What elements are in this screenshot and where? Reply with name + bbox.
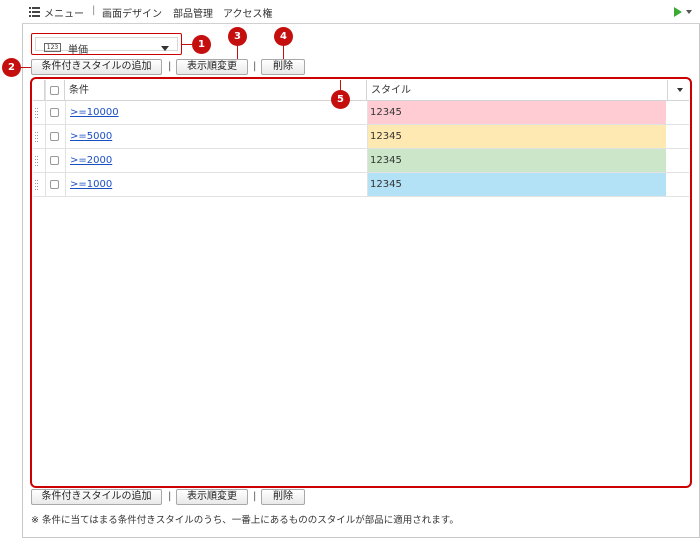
field-select-inner: 123 単価: [35, 37, 178, 56]
drag-handle-icon[interactable]: [35, 132, 39, 142]
delete-button[interactable]: 削除: [261, 59, 305, 75]
style-preview-cell: 12345: [367, 125, 666, 148]
condition-link[interactable]: >=5000: [70, 131, 112, 142]
callout-leader: [340, 80, 341, 90]
add-conditional-style-button-bottom[interactable]: 条件付きスタイルの追加: [31, 489, 162, 505]
change-order-button[interactable]: 表示順変更: [176, 59, 248, 75]
condition-link[interactable]: >=2000: [70, 155, 112, 166]
condition-link[interactable]: >=10000: [70, 107, 119, 118]
grid-divider: [65, 101, 66, 124]
table-row[interactable]: >=1000 12345: [33, 173, 689, 197]
callout-2: 2: [2, 58, 21, 77]
grid-divider: [65, 173, 66, 196]
drag-handle-icon[interactable]: [35, 156, 39, 166]
nav-menu[interactable]: メニュー: [44, 5, 84, 20]
condition-link[interactable]: >=1000: [70, 179, 112, 190]
grid-divider: [367, 173, 368, 196]
delete-button-bottom[interactable]: 削除: [261, 489, 305, 505]
grid-divider: [45, 125, 46, 148]
column-header-style[interactable]: スタイル: [367, 80, 668, 101]
style-preview-cell: 12345: [367, 101, 666, 124]
column-menu-caret-icon[interactable]: [677, 88, 683, 92]
field-select[interactable]: 123 単価: [31, 33, 182, 56]
header-grip-cell: [33, 80, 45, 101]
column-header-condition[interactable]: 条件: [65, 80, 367, 101]
style-preview-cell: 12345: [367, 173, 666, 196]
callout-4: 4: [274, 27, 293, 46]
grid-divider: [45, 173, 46, 196]
grid-divider: [45, 80, 46, 101]
callout-leader: [283, 45, 284, 59]
play-icon[interactable]: [674, 7, 682, 17]
drag-handle-icon[interactable]: [35, 108, 39, 118]
nav-separator: |: [92, 5, 96, 16]
grid-divider: [367, 149, 368, 172]
field-select-value: 単価: [68, 45, 88, 56]
callout-1: 1: [192, 35, 211, 54]
grid-divider: [367, 101, 368, 124]
grid-divider: [367, 125, 368, 148]
change-order-button-bottom[interactable]: 表示順変更: [176, 489, 248, 505]
dropdown-caret-icon: [161, 46, 169, 51]
chevron-down-icon[interactable]: [686, 10, 692, 14]
row-checkbox[interactable]: [50, 108, 59, 117]
row-checkbox[interactable]: [50, 156, 59, 165]
nav-parts-management[interactable]: 部品管理: [173, 5, 213, 20]
grid-divider: [65, 125, 66, 148]
table-row[interactable]: >=10000 12345: [33, 101, 689, 125]
callout-leader: [182, 44, 192, 45]
menu-list-icon[interactable]: [29, 7, 40, 17]
table-row[interactable]: >=5000 12345: [33, 125, 689, 149]
callout-3: 3: [228, 27, 247, 46]
nav-access-rights[interactable]: アクセス権: [223, 5, 273, 20]
grid-header: 条件 スタイル: [33, 80, 689, 101]
header-checkbox-cell: [45, 80, 65, 101]
conditional-style-grid: 条件 スタイル >=10000 12345 >=5000 12345 >=2000 123…: [33, 80, 689, 485]
callout-5: 5: [331, 90, 350, 109]
drag-handle-icon[interactable]: [35, 180, 39, 190]
row-checkbox[interactable]: [50, 180, 59, 189]
row-checkbox[interactable]: [50, 132, 59, 141]
toolbar-separator: |: [253, 61, 257, 72]
nav-screen-design[interactable]: 画面デザイン: [102, 5, 162, 20]
select-all-checkbox[interactable]: [50, 86, 59, 95]
number-field-icon: 123: [44, 43, 61, 52]
usage-note: ※ 条件に当てはまる条件付きスタイルのうち、一番上にあるもののスタイルが部品に適…: [31, 515, 459, 526]
toolbar-separator: |: [168, 491, 172, 502]
grid-divider: [65, 149, 66, 172]
top-nav-bar: メニュー | 画面デザイン 部品管理 アクセス権: [22, 0, 700, 24]
grid-divider: [45, 101, 46, 124]
style-preview-cell: 12345: [367, 149, 666, 172]
table-row[interactable]: >=2000 12345: [33, 149, 689, 173]
grid-divider: [45, 149, 46, 172]
toolbar-separator: |: [253, 491, 257, 502]
toolbar-separator: |: [168, 61, 172, 72]
callout-leader: [237, 45, 238, 59]
add-conditional-style-button[interactable]: 条件付きスタイルの追加: [31, 59, 162, 75]
